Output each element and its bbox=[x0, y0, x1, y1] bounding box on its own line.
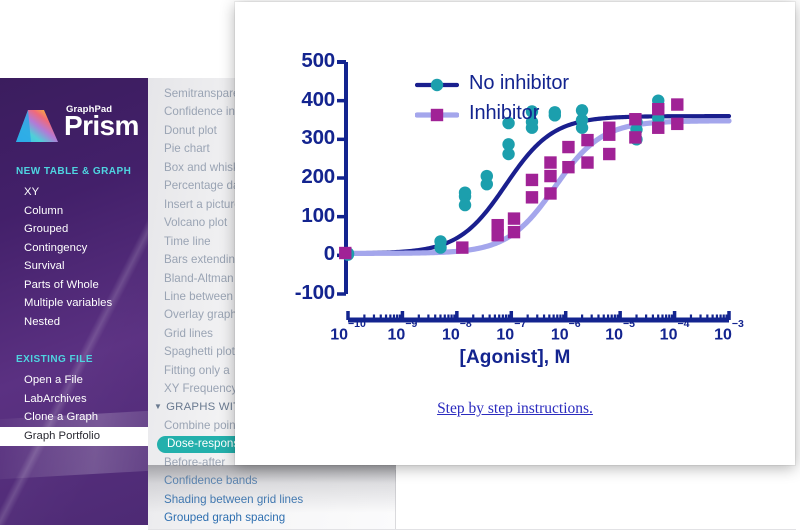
x-tick-label: 10−3 bbox=[714, 317, 744, 344]
x-tick-label: 10−4 bbox=[659, 317, 690, 344]
step-by-step-link-wrap: Step by step instructions. bbox=[235, 400, 795, 418]
x-tick-label: 10−10 bbox=[330, 317, 366, 344]
sidebar-item-xy[interactable]: XY bbox=[24, 186, 39, 198]
graph-list-item-spaghetti-plot[interactable]: Spaghetti plot bbox=[164, 345, 235, 358]
graph-list-item-xy-frequency[interactable]: XY Frequency bbox=[164, 382, 237, 395]
sidebar-item-survival[interactable]: Survival bbox=[24, 260, 65, 272]
sidebar-section-header: NEW TABLE & GRAPH bbox=[16, 166, 132, 177]
sidebar-item-labarchives[interactable]: LabArchives bbox=[24, 393, 87, 405]
graph-list-item-line-between[interactable]: Line between bbox=[164, 290, 233, 303]
step-by-step-instructions-link[interactable]: Step by step instructions. bbox=[437, 400, 593, 417]
legend-swatch bbox=[415, 108, 459, 122]
sidebar-item-graph-portfolio[interactable]: Graph Portfolio bbox=[0, 426, 148, 446]
legend-swatch bbox=[415, 78, 459, 92]
x-tick-label: 10−6 bbox=[550, 317, 581, 344]
chevron-down-icon: ▼ bbox=[154, 401, 163, 411]
x-tick-label: 10−5 bbox=[605, 317, 636, 344]
y-tick-label: -100 bbox=[294, 281, 335, 304]
sidebar-item-column[interactable]: Column bbox=[24, 205, 63, 217]
graph-list-item-volcano-plot[interactable]: Volcano plot bbox=[164, 216, 227, 229]
x-tick-label: 10−7 bbox=[496, 317, 527, 344]
graph-list-item-donut-plot[interactable]: Donut plot bbox=[164, 124, 217, 137]
sidebar-item-nested[interactable]: Nested bbox=[24, 316, 60, 328]
graph-preview-panel: 500 400 300 200 100 0 -100 10−10 10−9 10−8 10−7 10… bbox=[235, 2, 795, 465]
graph-list-item-bland-altman[interactable]: Bland-Altman bbox=[164, 272, 234, 285]
welcome-dialog: GraphPad Prism NEW TABLE & GRAPH XY Column… bbox=[0, 0, 800, 530]
sidebar-item-grouped[interactable]: Grouped bbox=[24, 223, 68, 235]
graph-list-item-grouped-graph-spacing[interactable]: Grouped graph spacing bbox=[164, 511, 285, 524]
y-tick-label: 0 bbox=[323, 242, 335, 266]
sidebar-item-parts-of-whole[interactable]: Parts of Whole bbox=[24, 279, 99, 291]
y-tick-label: 200 bbox=[301, 165, 335, 188]
x-tick-label: 10−9 bbox=[387, 317, 418, 344]
graph-list-item-bars-extending[interactable]: Bars extending bbox=[164, 253, 241, 266]
graph-list-item-combine-points[interactable]: Combine points bbox=[164, 419, 245, 432]
sidebar-item-contingency[interactable]: Contingency bbox=[24, 242, 87, 254]
logo-prism-text: Prism bbox=[64, 110, 139, 141]
sidebar-item-label: Graph Portfolio bbox=[24, 429, 100, 442]
dose-response-chart: 500 400 300 200 100 0 -100 10−10 10−9 10−8 10−7 10… bbox=[235, 2, 795, 465]
sidebar-item-multiple-variables[interactable]: Multiple variables bbox=[24, 297, 112, 309]
y-tick-label: 400 bbox=[301, 87, 335, 111]
y-tick-label: 500 bbox=[301, 49, 335, 72]
x-tick-label: 10−8 bbox=[441, 317, 472, 344]
graph-list-item-fitting-only-a[interactable]: Fitting only a bbox=[164, 364, 230, 377]
list-divider bbox=[395, 470, 396, 530]
y-tick-label: 300 bbox=[301, 126, 335, 150]
sidebar-section-header: EXISTING FILE bbox=[16, 354, 93, 365]
graph-list-item-confidence-bands[interactable]: Confidence bands bbox=[164, 474, 257, 487]
graph-list-item-shading-between-grid-lines[interactable]: Shading between grid lines bbox=[164, 493, 303, 506]
y-tick-label: 100 bbox=[301, 203, 335, 227]
legend-label: Inhibitor bbox=[469, 102, 540, 124]
sidebar-item-open-a-file[interactable]: Open a File bbox=[24, 374, 83, 386]
welcome-sidebar: GraphPad Prism NEW TABLE & GRAPH XY Column… bbox=[0, 78, 148, 525]
graph-list-item-overlay-graph[interactable]: Overlay graph bbox=[164, 308, 237, 321]
legend-label: No inhibitor bbox=[469, 72, 569, 94]
graph-list-item-pie-chart[interactable]: Pie chart bbox=[164, 142, 210, 155]
sidebar-item-clone-a-graph[interactable]: Clone a Graph bbox=[24, 411, 98, 423]
graph-list-item-before-after[interactable]: Before-after bbox=[164, 456, 225, 469]
prism-triangle-icon bbox=[16, 110, 58, 142]
x-axis-title: [Agonist], M bbox=[459, 347, 571, 368]
graphpad-prism-logo: GraphPad Prism bbox=[14, 98, 144, 154]
graph-list-item-time-line[interactable]: Time line bbox=[164, 235, 211, 248]
graph-list-item-grid-lines[interactable]: Grid lines bbox=[164, 327, 213, 340]
graph-list-item-insert-a-picture[interactable]: Insert a picture bbox=[164, 198, 241, 211]
